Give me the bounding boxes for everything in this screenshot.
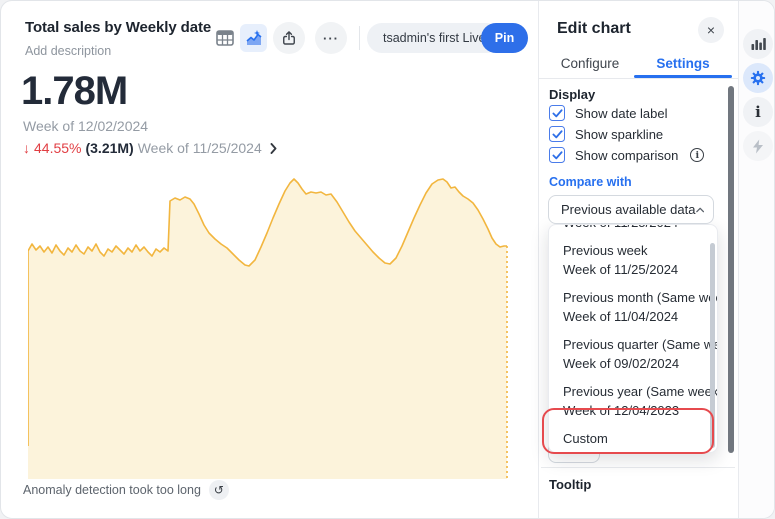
compare-with-label[interactable]: Compare with <box>549 175 632 189</box>
insights-rail-button[interactable] <box>743 131 773 161</box>
arrow-down-icon: ↓ <box>23 140 30 156</box>
chevron-right-icon <box>270 143 277 154</box>
dropdown-scrollbar[interactable] <box>710 243 715 448</box>
pin-button[interactable]: Pin <box>481 23 528 53</box>
tab-settings[interactable]: Settings <box>634 56 732 71</box>
gear-icon <box>749 69 767 87</box>
close-icon: × <box>707 22 715 38</box>
compare-with-select-value: Previous available data poin <box>561 202 696 217</box>
info-rail-button[interactable]: i <box>743 97 773 127</box>
chart-type-toggle <box>211 24 267 52</box>
kpi-date-label: Week of 12/02/2024 <box>23 118 148 134</box>
dropdown-option-previous-week[interactable]: Previous week Week of 11/25/2024 <box>549 232 717 279</box>
sparkline-chart-icon <box>244 28 264 48</box>
table-icon <box>216 30 234 46</box>
dropdown-option-previous-year[interactable]: Previous year (Same week) Week of 12/04/… <box>549 373 717 420</box>
chevron-up-icon <box>696 207 704 213</box>
tab-configure[interactable]: Configure <box>549 56 631 71</box>
tabs-divider <box>538 78 738 79</box>
dropdown-option-previous-quarter[interactable]: Previous quarter (Same week) Week of 09/… <box>549 326 717 373</box>
checkbox-row-show-comparison[interactable]: Show comparison i <box>549 147 704 163</box>
dropdown-option-custom[interactable]: Custom <box>549 414 717 453</box>
chart-view-button[interactable] <box>240 24 267 52</box>
info-glyph: i <box>696 150 700 161</box>
checkbox-label: Show sparkline <box>575 127 663 142</box>
more-options-button[interactable]: ··· <box>315 22 347 54</box>
option-title: Previous week <box>563 241 703 260</box>
add-description-link[interactable]: Add description <box>25 44 111 58</box>
compare-with-select[interactable]: Previous available data poin <box>548 195 714 224</box>
app-window: Total sales by Weekly date Add descripti… <box>0 0 775 519</box>
compare-with-dropdown: Week of 11/25/2024 Previous week Week of… <box>548 224 718 453</box>
comparison-percent: 44.55% <box>34 140 81 156</box>
checkbox-checked-icon[interactable] <box>549 147 565 163</box>
option-subtitle: Week of 11/04/2024 <box>563 307 703 326</box>
share-icon <box>280 29 298 47</box>
toolbar-divider <box>359 26 360 50</box>
active-tab-underline <box>634 75 732 78</box>
option-title: Custom <box>563 429 703 448</box>
retry-anomaly-button[interactable]: ↺ <box>209 480 229 500</box>
kpi-sparkline-chart <box>28 173 508 479</box>
kpi-value: 1.78M <box>21 69 127 114</box>
refresh-icon: ↺ <box>214 483 224 497</box>
panel-scrollbar[interactable] <box>728 86 734 453</box>
anomaly-status-text: Anomaly detection took too long <box>23 483 201 497</box>
section-divider <box>541 467 735 468</box>
option-title: Previous year (Same week) <box>563 382 703 401</box>
chart-rail-button[interactable] <box>743 29 773 59</box>
kpi-comparison-row[interactable]: ↓ 44.55% (3.21M) Week of 11/25/2024 <box>23 140 277 156</box>
option-title: Previous month (Same week) <box>563 288 703 307</box>
checkbox-checked-icon[interactable] <box>549 105 565 121</box>
lightning-icon <box>752 139 764 154</box>
display-section-heading: Display <box>549 87 595 102</box>
tooltip-section-heading: Tooltip <box>549 477 591 492</box>
dropdown-option-previous-month[interactable]: Previous month (Same week) Week of 11/04… <box>549 279 717 326</box>
bar-chart-icon <box>750 36 766 52</box>
close-panel-button[interactable]: × <box>698 17 724 43</box>
clipped-option-text: Week of 11/25/2024 <box>549 225 717 230</box>
checkbox-label: Show comparison <box>575 148 678 163</box>
share-button[interactable] <box>273 22 305 54</box>
option-title: Previous quarter (Same week) <box>563 335 703 354</box>
checkbox-checked-icon[interactable] <box>549 126 565 142</box>
option-subtitle: Week of 09/02/2024 <box>563 354 703 373</box>
info-icon: i <box>755 103 761 121</box>
pin-button-label: Pin <box>495 31 514 45</box>
option-subtitle: Week of 11/25/2024 <box>563 260 703 279</box>
checkbox-row-show-sparkline[interactable]: Show sparkline <box>549 126 663 142</box>
settings-rail-button[interactable] <box>743 63 773 93</box>
checkbox-label: Show date label <box>575 106 668 121</box>
info-icon[interactable]: i <box>690 148 704 162</box>
ellipsis-icon: ··· <box>323 31 339 46</box>
table-view-button[interactable] <box>211 24 238 52</box>
dropdown-clipped-option: Week of 11/25/2024 <box>549 225 717 232</box>
page-title: Total sales by Weekly date <box>25 19 211 36</box>
status-bar: Anomaly detection took too long ↺ <box>23 480 229 500</box>
checkbox-row-show-date-label[interactable]: Show date label <box>549 105 668 121</box>
comparison-absolute: (3.21M) <box>85 140 133 156</box>
comparison-period: Week of 11/25/2024 <box>138 140 262 156</box>
edit-chart-title: Edit chart <box>557 20 631 38</box>
